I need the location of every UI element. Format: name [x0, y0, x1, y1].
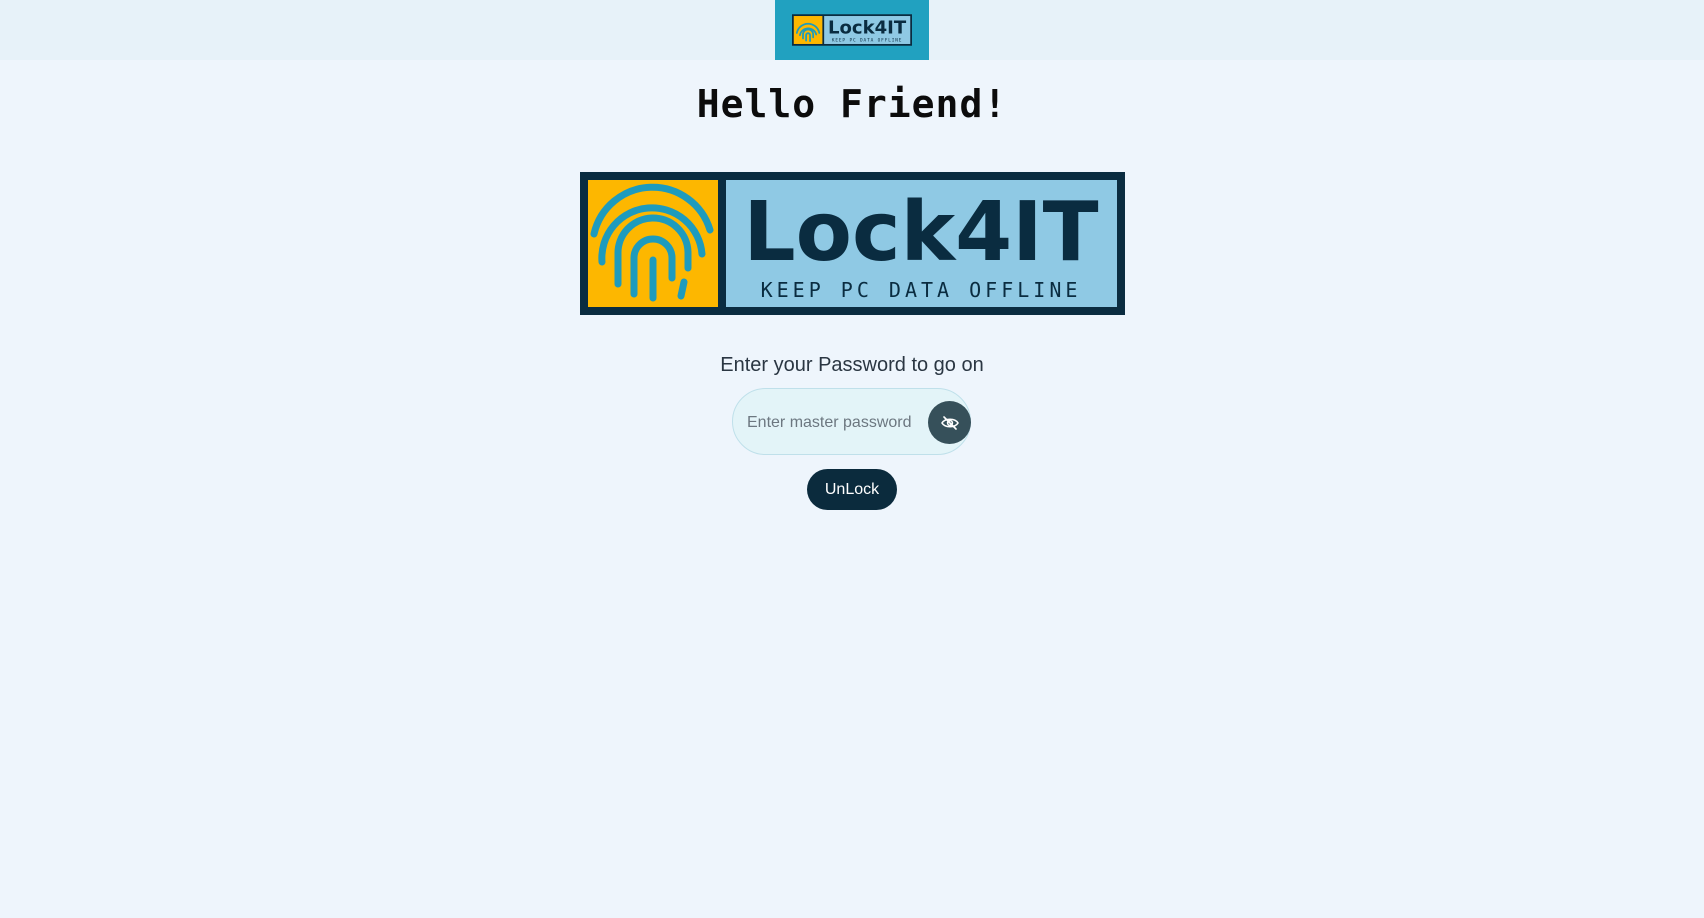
eye-slash-icon [940, 415, 959, 430]
lock4it-logo-small: Lock4IT KEEP PC DATA OFFLINE [792, 14, 912, 46]
master-password-input[interactable] [745, 389, 919, 456]
page-title: Hello Friend! [696, 82, 1008, 126]
password-prompt: Enter your Password to go on [720, 354, 984, 376]
unlock-button[interactable]: UnLock [807, 469, 897, 510]
lock4it-logo: Lock4IT KEEP PC DATA OFFLINE [580, 172, 1125, 315]
logo-tagline: KEEP PC DATA OFFLINE [761, 278, 1082, 302]
header-logo[interactable]: Lock4IT KEEP PC DATA OFFLINE [775, 0, 929, 60]
password-field [732, 388, 971, 456]
svg-text:KEEP PC DATA OFFLINE: KEEP PC DATA OFFLINE [832, 38, 902, 44]
toggle-password-visibility-button[interactable] [928, 401, 971, 444]
logo-name: Lock4IT [743, 185, 1098, 280]
svg-text:Lock4IT: Lock4IT [828, 18, 907, 39]
top-bar: Lock4IT KEEP PC DATA OFFLINE [0, 0, 1704, 60]
